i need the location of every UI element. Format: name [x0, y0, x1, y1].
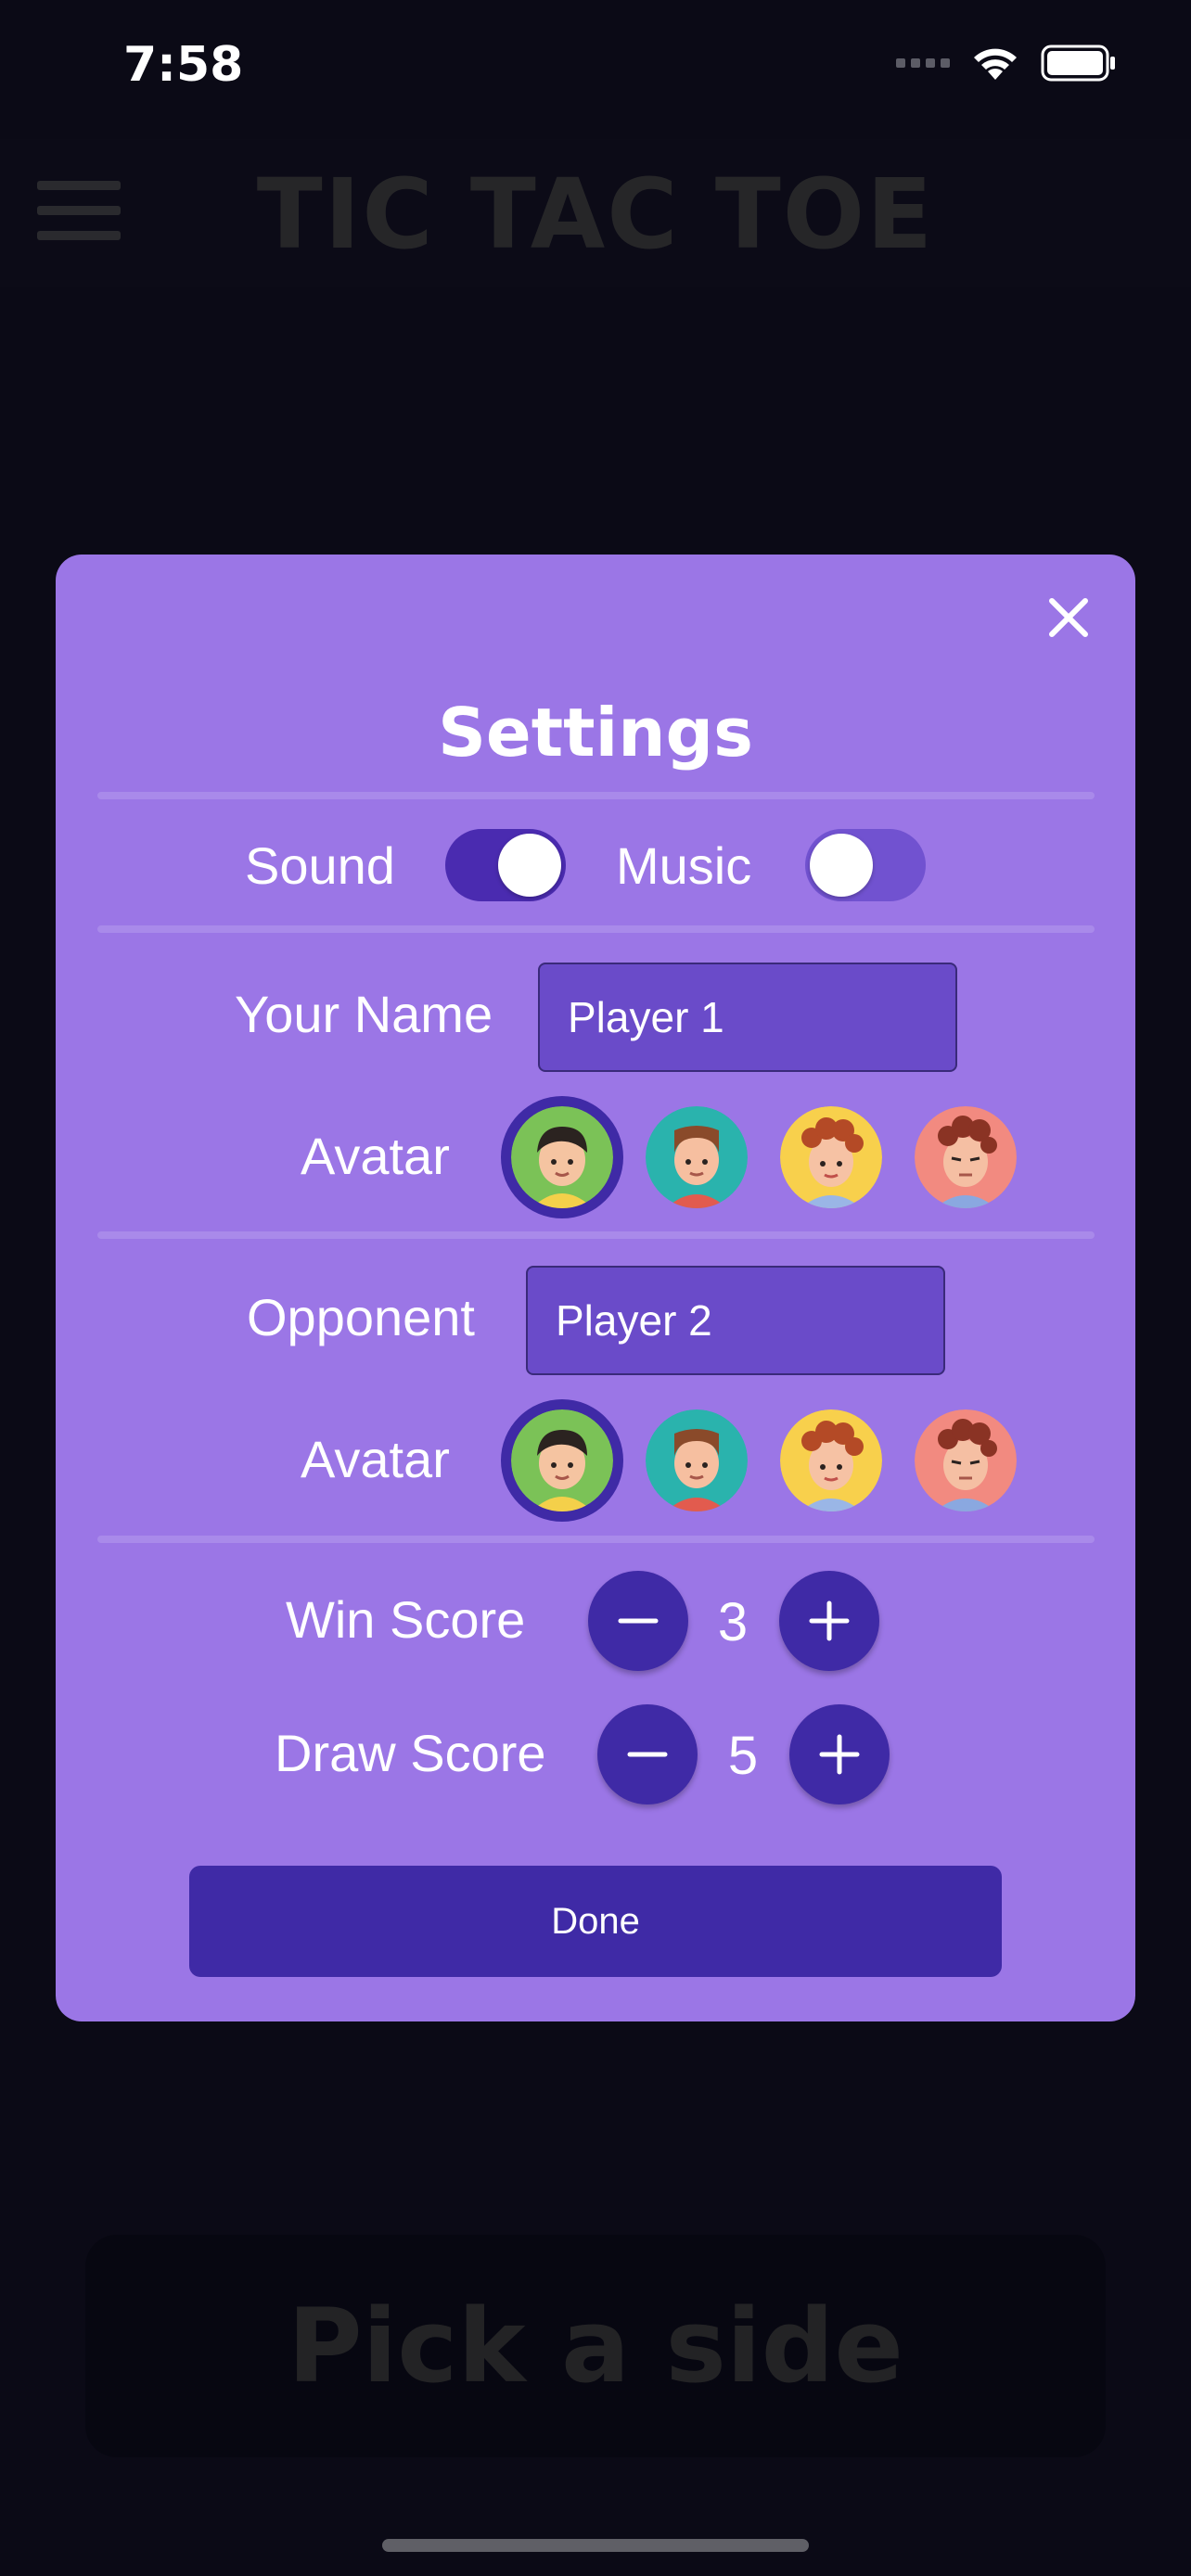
divider — [97, 1231, 1095, 1239]
draw-score-value: 5 — [727, 1726, 759, 1786]
app-title: TIC TAC TOE — [256, 158, 935, 271]
avatar-girl-yellow-icon — [780, 1409, 882, 1511]
done-button[interactable]: Done — [189, 1866, 1002, 1977]
win-score-increment-button[interactable] — [779, 1571, 879, 1671]
avatar-boy-pink-icon — [915, 1106, 1017, 1208]
signal-icon — [896, 58, 950, 68]
avatar-boy-green-icon — [511, 1409, 613, 1511]
avatar-label: Avatar — [301, 1127, 450, 1185]
status-icons — [896, 45, 1117, 82]
settings-modal: Settings Sound Music Your Name Avatar — [56, 555, 1135, 2021]
your-name-input[interactable] — [538, 963, 957, 1072]
divider — [97, 925, 1095, 933]
opponent-avatar-option-4[interactable] — [915, 1409, 1017, 1511]
opponent-label: Opponent — [247, 1288, 475, 1346]
pick-side-button[interactable]: Pick a side — [85, 2235, 1106, 2457]
pick-side-label: Pick a side — [287, 2287, 904, 2405]
opponent-avatar-option-3[interactable] — [780, 1409, 882, 1511]
avatar-option-3[interactable] — [780, 1106, 882, 1208]
avatar-option-1[interactable] — [511, 1106, 613, 1208]
draw-score-increment-button[interactable] — [789, 1704, 890, 1804]
opponent-avatar-option-1[interactable] — [511, 1409, 613, 1511]
wifi-icon — [974, 48, 1017, 80]
sound-toggle[interactable] — [445, 829, 566, 901]
opponent-input[interactable] — [526, 1266, 945, 1375]
home-indicator — [382, 2539, 809, 2552]
avatar-boy-teal-icon — [646, 1409, 748, 1511]
avatar-option-4[interactable] — [915, 1106, 1017, 1208]
close-icon — [1049, 598, 1088, 637]
avatar-boy-teal-icon — [646, 1106, 748, 1208]
divider — [97, 1536, 1095, 1543]
minus-icon — [627, 1752, 668, 1757]
avatar-girl-yellow-icon — [780, 1106, 882, 1208]
draw-score-decrement-button[interactable] — [597, 1704, 698, 1804]
your-name-label: Your Name — [235, 985, 493, 1043]
done-button-label: Done — [551, 1900, 640, 1942]
avatar-option-2[interactable] — [646, 1106, 748, 1208]
win-score-decrement-button[interactable] — [588, 1571, 688, 1671]
win-score-label: Win Score — [286, 1590, 526, 1649]
plus-icon — [819, 1734, 860, 1775]
status-time: 7:58 — [123, 37, 244, 93]
divider — [97, 792, 1095, 799]
battery-icon — [1041, 45, 1115, 82]
avatar-boy-pink-icon — [915, 1409, 1017, 1511]
opponent-avatar-label: Avatar — [301, 1430, 450, 1488]
music-toggle[interactable] — [805, 829, 926, 901]
minus-icon — [618, 1618, 659, 1624]
opponent-avatar-option-2[interactable] — [646, 1409, 748, 1511]
sound-label: Sound — [245, 836, 395, 895]
plus-icon — [809, 1600, 850, 1641]
music-label: Music — [616, 836, 752, 895]
close-button[interactable] — [1039, 588, 1098, 647]
avatar-boy-green-icon — [511, 1106, 613, 1208]
win-score-value: 3 — [717, 1592, 749, 1652]
draw-score-label: Draw Score — [275, 1724, 546, 1782]
settings-title: Settings — [438, 694, 753, 772]
